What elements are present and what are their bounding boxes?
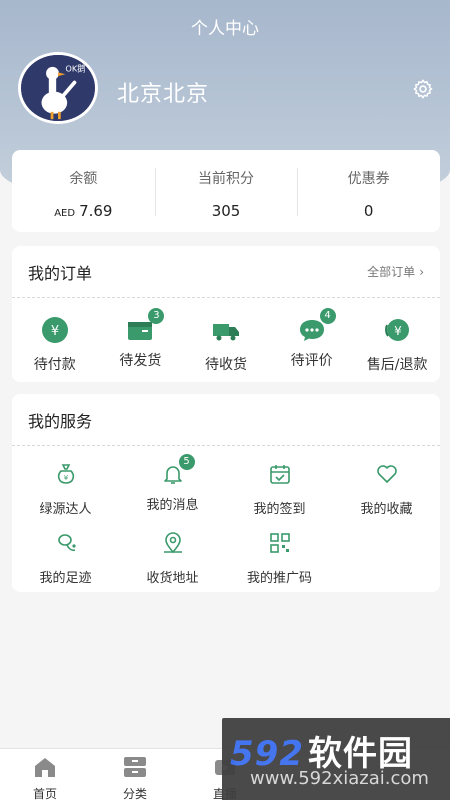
all-orders-label: 全部订单 <box>367 265 416 279</box>
currency-code: AED <box>54 208 76 219</box>
service-promo-code-label: 我的推广码 <box>246 571 312 586</box>
comment-icon-wrap: 4 <box>298 308 336 344</box>
service-checkin[interactable]: 我的签到 <box>226 462 333 517</box>
balance-value: AED 7.69 <box>12 202 155 220</box>
money-bag-icon: ¥ <box>57 464 74 484</box>
coupons-label: 优惠券 <box>347 171 390 187</box>
location-icon <box>163 532 182 554</box>
svg-text:OK鹅: OK鹅 <box>65 64 85 74</box>
shipment-badge: 3 <box>148 308 165 324</box>
category-icon <box>124 757 146 777</box>
watermark-url: www.592xiazai.com <box>250 768 429 789</box>
service-favorites-label: 我的收藏 <box>360 502 413 517</box>
order-pending-payment-label: 待付款 <box>33 357 76 373</box>
service-checkin-label: 我的签到 <box>253 502 306 517</box>
svg-text:¥: ¥ <box>63 474 68 482</box>
all-orders-link[interactable]: 全部订单 › <box>367 263 424 280</box>
service-favorites[interactable]: 我的收藏 <box>333 462 440 517</box>
service-address-label: 收货地址 <box>146 571 199 586</box>
service-footprints[interactable]: 我的足迹 <box>12 531 119 586</box>
calendar-check-icon <box>269 465 290 484</box>
service-green-expert[interactable]: ¥ 绿源达人 <box>12 462 119 517</box>
user-name: 北京北京 <box>117 82 210 107</box>
order-pending-shipment[interactable]: 3 待发货 <box>98 308 184 374</box>
order-refund[interactable]: ¥ 售后/退款 <box>354 316 440 374</box>
order-pending-review[interactable]: 4 待评价 <box>269 308 355 374</box>
orders-title: 我的订单 <box>28 263 93 283</box>
home-icon <box>35 758 55 777</box>
tab-home[interactable]: 首页 <box>0 749 90 800</box>
orders-card: 我的订单 全部订单 › ¥ 待付款 3 待发货 待收货 4 待评价 ¥ 售后/退… <box>12 246 440 382</box>
tab-category-label: 分类 <box>122 787 147 800</box>
balance-amount: 7.69 <box>79 202 113 220</box>
svg-text:¥: ¥ <box>394 324 402 338</box>
gear-icon[interactable] <box>412 78 434 100</box>
order-pending-shipment-label: 待发货 <box>119 353 162 369</box>
service-footprints-label: 我的足迹 <box>39 571 92 586</box>
services-title: 我的服务 <box>28 411 93 431</box>
tab-home-label: 首页 <box>32 787 57 800</box>
coupons-stat[interactable]: 优惠券 0 <box>297 150 440 232</box>
service-messages[interactable]: 5 我的消息 <box>119 454 226 517</box>
order-pending-receipt-label: 待收货 <box>204 357 247 373</box>
services-card: 我的服务 ¥ 绿源达人 5 我的消息 我的签到 我的收藏 我的足迹 收货地址 我… <box>12 394 440 592</box>
qrcode-icon <box>269 533 290 553</box>
site-watermark: 592 软件园 www.592xiazai.com <box>222 718 450 800</box>
service-messages-label: 我的消息 <box>146 498 199 513</box>
avatar[interactable]: OK鹅 <box>18 52 98 124</box>
bell-icon-wrap: 5 <box>161 454 195 486</box>
points-stat[interactable]: 当前积分 305 <box>154 150 298 232</box>
stats-card: 余额 AED 7.69 当前积分 305 优惠券 0 <box>12 150 440 232</box>
order-pending-receipt[interactable]: 待收货 <box>183 316 269 374</box>
footprint-icon <box>57 534 76 552</box>
points-value: 305 <box>211 202 241 220</box>
service-address[interactable]: 收货地址 <box>119 531 226 586</box>
package-icon-wrap: 3 <box>126 308 165 344</box>
order-pending-review-label: 待评价 <box>290 353 333 369</box>
chevron-right-icon: › <box>419 264 424 279</box>
points-label: 当前积分 <box>198 171 254 187</box>
tab-category[interactable]: 分类 <box>90 749 180 800</box>
review-badge: 4 <box>319 308 336 324</box>
messages-badge: 5 <box>178 454 195 470</box>
orders-header: 我的订单 全部订单 › <box>12 246 440 298</box>
goose-avatar-icon: OK鹅 <box>21 55 95 121</box>
service-green-expert-label: 绿源达人 <box>39 502 92 517</box>
service-promo-code[interactable]: 我的推广码 <box>226 531 333 586</box>
refund-icon: ¥ <box>385 319 410 341</box>
order-pending-payment[interactable]: ¥ 待付款 <box>12 316 98 374</box>
order-refund-label: 售后/退款 <box>366 357 428 373</box>
coupons-value: 0 <box>363 202 374 220</box>
page-title: 个人中心 <box>191 19 259 39</box>
services-header: 我的服务 <box>12 394 440 446</box>
heart-icon <box>376 465 397 483</box>
truck-icon <box>212 324 239 341</box>
svg-text:¥: ¥ <box>51 324 59 339</box>
balance-stat[interactable]: 余额 AED 7.69 <box>12 150 155 232</box>
yen-coin-icon: ¥ <box>41 317 68 343</box>
balance-label: 余额 <box>69 171 98 187</box>
